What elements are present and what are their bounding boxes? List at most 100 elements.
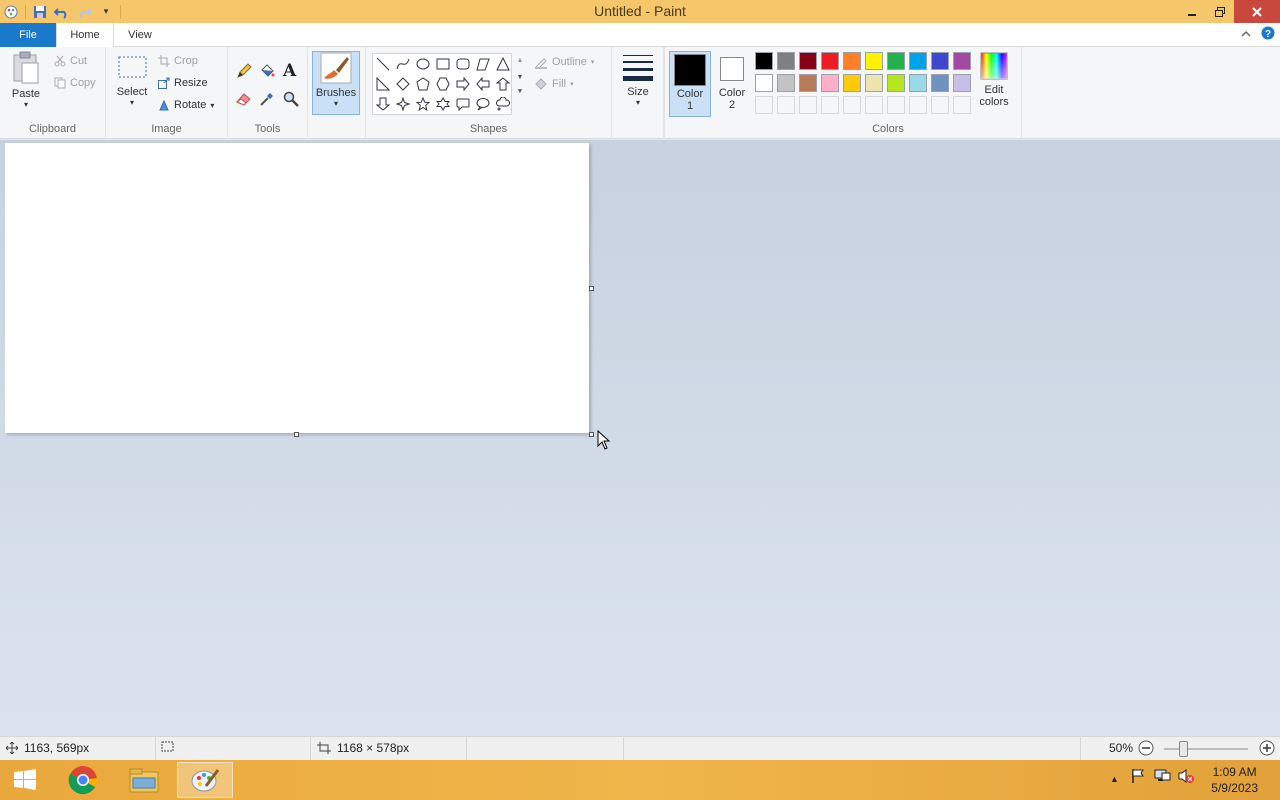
color-swatch[interactable] <box>931 96 949 114</box>
five-point-star-shape-icon[interactable] <box>415 96 431 112</box>
color-swatch[interactable] <box>953 74 971 92</box>
rotate-button[interactable]: Rotate ▾ <box>158 99 214 111</box>
tab-home[interactable]: Home <box>56 23 114 48</box>
taskbar-file-explorer[interactable] <box>116 762 172 798</box>
rounded-callout-shape-icon[interactable] <box>455 96 471 112</box>
color-swatch[interactable] <box>799 52 817 70</box>
oval-shape-icon[interactable] <box>415 56 431 72</box>
color-swatch[interactable] <box>777 96 795 114</box>
six-point-star-shape-icon[interactable] <box>435 96 451 112</box>
paste-button[interactable]: Paste ▾ <box>6 51 46 109</box>
polygon-shape-icon[interactable] <box>475 56 491 72</box>
magnifier-icon[interactable] <box>283 91 299 110</box>
show-hidden-icons[interactable]: ▲ <box>1110 774 1119 784</box>
curve-shape-icon[interactable] <box>395 56 411 72</box>
left-arrow-shape-icon[interactable] <box>475 76 491 92</box>
color-swatch[interactable] <box>887 96 905 114</box>
close-button[interactable] <box>1234 0 1280 23</box>
pentagon-shape-icon[interactable] <box>415 76 431 92</box>
volume-muted-icon[interactable] <box>1177 768 1195 787</box>
eraser-icon[interactable] <box>236 91 252 110</box>
color-swatch[interactable] <box>887 52 905 70</box>
scroll-up-icon[interactable]: ▲ <box>514 57 526 64</box>
start-button[interactable] <box>0 762 50 798</box>
color-swatch[interactable] <box>755 96 773 114</box>
color-swatch[interactable] <box>777 52 795 70</box>
help-icon[interactable]: ? <box>1261 26 1275 43</box>
color-swatch[interactable] <box>865 52 883 70</box>
cut-button[interactable]: Cut <box>54 55 87 67</box>
canvas-workspace[interactable] <box>0 140 1280 736</box>
color-swatch[interactable] <box>821 96 839 114</box>
outline-button[interactable]: Outline ▾ <box>534 55 594 69</box>
scroll-down-icon[interactable]: ▼ <box>514 74 526 81</box>
zoom-out-icon[interactable] <box>1138 740 1154 756</box>
color-swatch[interactable] <box>909 96 927 114</box>
diamond-shape-icon[interactable] <box>395 76 411 92</box>
fill-bucket-icon[interactable] <box>259 63 275 82</box>
color-swatch[interactable] <box>755 52 773 70</box>
up-arrow-shape-icon[interactable] <box>495 76 511 92</box>
taskbar-chrome[interactable] <box>55 762 111 798</box>
down-arrow-shape-icon[interactable] <box>375 96 391 112</box>
rounded-rectangle-shape-icon[interactable] <box>455 56 471 72</box>
color-swatch[interactable] <box>953 96 971 114</box>
color-swatch[interactable] <box>953 52 971 70</box>
color-swatch[interactable] <box>865 96 883 114</box>
shapes-scrollbar[interactable]: ▲ ▼ ⯆ <box>514 53 526 115</box>
cloud-callout-shape-icon[interactable] <box>495 96 511 112</box>
tab-file[interactable]: File <box>0 23 56 47</box>
color-swatch[interactable] <box>821 52 839 70</box>
action-center-flag-icon[interactable] <box>1130 768 1146 787</box>
oval-callout-shape-icon[interactable] <box>475 96 491 112</box>
zoom-slider[interactable] <box>1164 748 1248 750</box>
network-icon[interactable] <box>1153 768 1171 787</box>
color-swatch[interactable] <box>909 74 927 92</box>
hexagon-shape-icon[interactable] <box>435 76 451 92</box>
color-swatch[interactable] <box>843 52 861 70</box>
taskbar-clock[interactable]: 1:09 AM 5/9/2023 <box>1211 764 1258 796</box>
resize-handle-right[interactable] <box>589 286 594 291</box>
taskbar-paint[interactable] <box>177 762 233 798</box>
right-arrow-shape-icon[interactable] <box>455 76 471 92</box>
rectangle-shape-icon[interactable] <box>435 56 451 72</box>
color-swatch[interactable] <box>931 52 949 70</box>
color-swatch[interactable] <box>777 74 795 92</box>
expand-shapes-icon[interactable]: ⯆ <box>514 87 526 97</box>
right-triangle-shape-icon[interactable] <box>375 76 391 92</box>
brushes-button[interactable]: Brushes ▾ <box>312 51 360 115</box>
copy-button[interactable]: Copy <box>54 77 96 89</box>
line-shape-icon[interactable] <box>375 56 391 72</box>
resize-button[interactable]: Resize <box>158 77 208 89</box>
fill-button[interactable]: Fill ▾ <box>534 77 574 91</box>
minimize-ribbon-icon[interactable] <box>1241 26 1251 41</box>
minimize-button[interactable] <box>1178 0 1206 23</box>
color-swatch[interactable] <box>821 74 839 92</box>
resize-handle-corner[interactable] <box>589 432 594 437</box>
zoom-in-icon[interactable] <box>1259 740 1275 756</box>
crop-button[interactable]: Crop <box>158 55 198 67</box>
color-picker-icon[interactable] <box>259 91 275 110</box>
drawing-canvas[interactable] <box>5 143 589 433</box>
color-swatch[interactable] <box>909 52 927 70</box>
select-button[interactable]: Select ▾ <box>114 51 150 107</box>
color-swatch[interactable] <box>843 96 861 114</box>
edit-colors-button[interactable]: Edit colors <box>975 51 1013 108</box>
text-tool-icon[interactable]: A <box>283 61 296 81</box>
color-swatch[interactable] <box>931 74 949 92</box>
color-swatch[interactable] <box>755 74 773 92</box>
triangle-shape-icon[interactable] <box>495 56 511 72</box>
chrome-icon <box>68 766 98 795</box>
color-swatch[interactable] <box>887 74 905 92</box>
color-swatch[interactable] <box>799 96 817 114</box>
size-button[interactable]: Size ▾ <box>618 51 658 107</box>
restore-button[interactable] <box>1206 0 1234 23</box>
color-swatch[interactable] <box>843 74 861 92</box>
tab-view[interactable]: View <box>118 23 162 47</box>
pencil-icon[interactable] <box>236 63 252 82</box>
resize-handle-bottom[interactable] <box>294 432 299 437</box>
zoom-slider-thumb[interactable] <box>1179 741 1188 757</box>
four-point-star-shape-icon[interactable] <box>395 96 411 112</box>
color-swatch[interactable] <box>799 74 817 92</box>
color-swatch[interactable] <box>865 74 883 92</box>
